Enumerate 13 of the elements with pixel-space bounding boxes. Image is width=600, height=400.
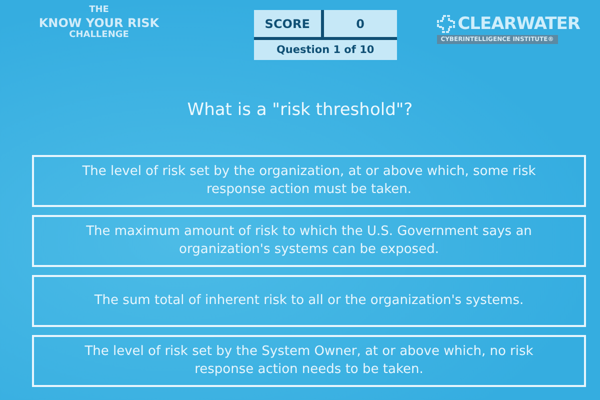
title-text: CHALLENGE xyxy=(69,30,129,41)
answer-button[interactable]: The level of risk set by the organization, at or above which, some risk response action must be taken. xyxy=(32,155,586,207)
title-text: THE xyxy=(89,5,109,16)
score-value: 0 xyxy=(324,10,397,40)
answer-button[interactable]: The level of risk set by the System Owner, at or above which, no risk response action needs to be taken. xyxy=(32,335,586,387)
logo-name: CLEARWATER xyxy=(458,16,580,32)
score-label: SCORE xyxy=(254,10,324,40)
cross-logo-icon xyxy=(436,15,455,33)
title-text: KNOW YOUR RISK xyxy=(38,16,160,30)
answer-button[interactable]: The maximum amount of risk to which the U.S. Government says an organization's systems can be exposed. xyxy=(32,215,586,267)
question-text: What is a "risk threshold"? xyxy=(186,100,414,120)
question-counter: Question 1 of 10 xyxy=(275,43,376,58)
answer-button[interactable]: The sum total of inherent risk to all or the organization's systems. xyxy=(32,275,586,327)
